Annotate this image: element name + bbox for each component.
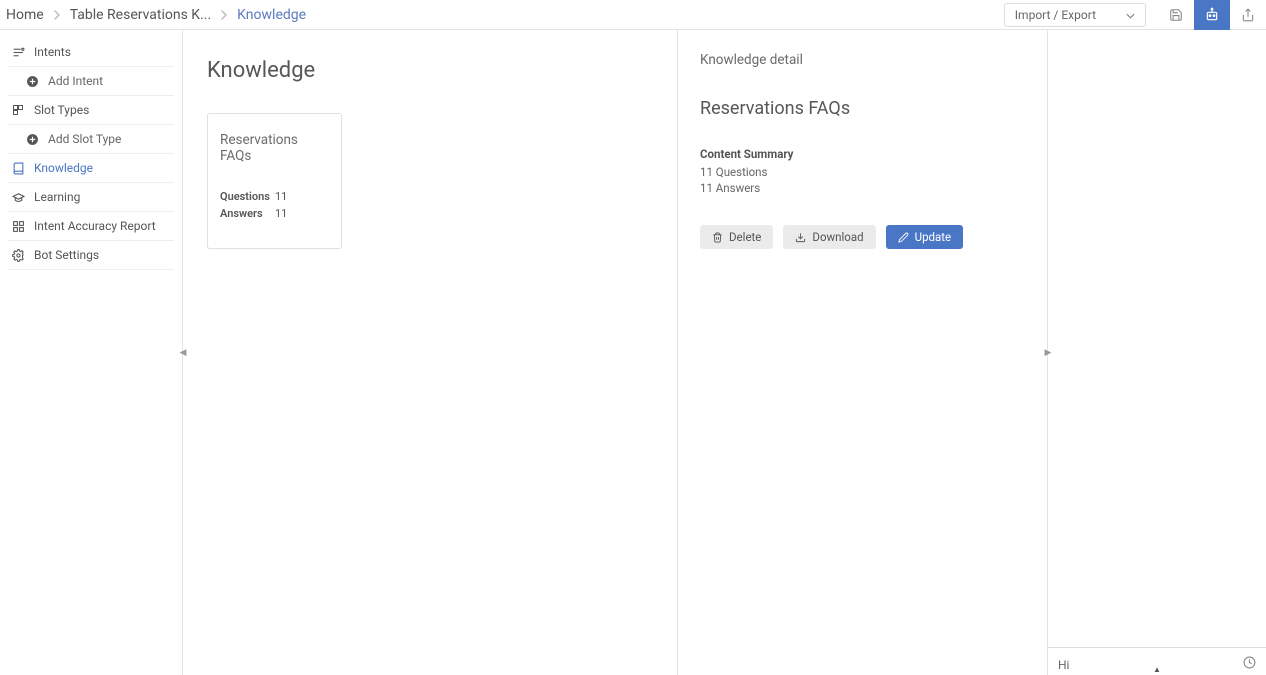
chat-messages-area <box>1048 30 1266 647</box>
detail-title: Reservations FAQs <box>700 98 1025 119</box>
sidebar-item-label: Intents <box>34 45 71 59</box>
sidebar-item-knowledge[interactable]: Knowledge <box>8 154 174 183</box>
report-icon <box>12 220 28 233</box>
pencil-icon <box>898 232 909 243</box>
sidebar-item-label: Intent Accuracy Report <box>34 219 156 233</box>
sidebar-item-bot-settings[interactable]: Bot Settings <box>8 241 174 270</box>
collapse-sidebar-handle[interactable]: ◀ <box>179 344 187 362</box>
sidebar-item-label: Add Intent <box>48 74 103 88</box>
sidebar-item-slot-types[interactable]: Slot Types <box>8 96 174 125</box>
download-icon <box>795 232 806 243</box>
sidebar-item-add-slot-type[interactable]: Add Slot Type <box>8 125 174 154</box>
sidebar-item-intents[interactable]: Intents <box>8 38 174 67</box>
breadcrumb-project[interactable]: Table Reservations K... <box>70 7 211 23</box>
sidebar: Intents Add Intent Slot Types Add Slot T… <box>0 30 183 675</box>
content-summary-heading: Content Summary <box>700 147 1025 161</box>
intents-icon <box>12 46 28 59</box>
download-button[interactable]: Download <box>783 225 875 249</box>
knowledge-card-title: Reservations FAQs <box>220 132 329 164</box>
sidebar-item-intent-accuracy[interactable]: Intent Accuracy Report <box>8 212 174 241</box>
chevron-right-icon <box>53 10 61 20</box>
knowledge-detail-pane: Knowledge detail Reservations FAQs Conte… <box>678 30 1048 675</box>
sidebar-item-label: Slot Types <box>34 103 89 117</box>
delete-button[interactable]: Delete <box>700 225 773 249</box>
detail-subtitle: Knowledge detail <box>700 52 1025 68</box>
test-bot-icon-button[interactable] <box>1194 0 1230 30</box>
update-button-label: Update <box>915 230 952 244</box>
plus-circle-icon <box>26 75 42 88</box>
knowledge-list-pane: Knowledge Reservations FAQs Questions 11… <box>183 30 678 675</box>
robot-icon <box>1204 7 1220 23</box>
trash-icon <box>712 232 723 243</box>
plus-circle-icon <box>26 133 42 146</box>
summary-questions: 11 Questions <box>700 165 1025 179</box>
save-icon-button[interactable] <box>1158 0 1194 30</box>
save-icon <box>1169 8 1183 22</box>
sidebar-item-add-intent[interactable]: Add Intent <box>8 67 174 96</box>
chat-test-pane: ▲ <box>1048 30 1266 675</box>
gear-icon <box>12 249 28 262</box>
book-icon <box>12 162 28 175</box>
summary-answers: 11 Answers <box>700 181 1025 195</box>
breadcrumb-current: Knowledge <box>237 7 306 23</box>
chevron-right-icon <box>220 10 228 20</box>
sidebar-item-learning[interactable]: Learning <box>8 183 174 212</box>
collapse-detail-handle[interactable]: ▶ <box>1044 344 1052 362</box>
download-button-label: Download <box>812 230 863 244</box>
breadcrumb-home[interactable]: Home <box>6 7 44 23</box>
history-icon-button[interactable] <box>1243 656 1256 673</box>
share-icon <box>1241 8 1255 22</box>
chat-input[interactable] <box>1058 658 1243 672</box>
import-export-dropdown[interactable]: Import / Export <box>1004 3 1146 27</box>
chevron-down-icon <box>1126 8 1135 22</box>
page-title: Knowledge <box>207 58 653 83</box>
import-export-label: Import / Export <box>1015 8 1096 22</box>
knowledge-card[interactable]: Reservations FAQs Questions 11 Answers 1… <box>207 113 342 249</box>
share-icon-button[interactable] <box>1230 0 1266 30</box>
breadcrumb: Home Table Reservations K... Knowledge <box>6 7 306 23</box>
graduation-cap-icon <box>12 191 28 204</box>
sidebar-item-label: Learning <box>34 190 80 204</box>
card-questions-label: Questions <box>220 190 275 203</box>
caret-up-icon: ▲ <box>1153 665 1161 674</box>
update-button[interactable]: Update <box>886 225 964 249</box>
delete-button-label: Delete <box>729 230 761 244</box>
sidebar-item-label: Add Slot Type <box>48 132 121 146</box>
card-answers-label: Answers <box>220 207 275 220</box>
card-answers-value: 11 <box>275 207 287 220</box>
slot-types-icon <box>12 104 28 116</box>
sidebar-item-label: Bot Settings <box>34 248 99 262</box>
sidebar-item-label: Knowledge <box>34 161 93 175</box>
clock-icon <box>1243 656 1256 669</box>
card-questions-value: 11 <box>275 190 287 203</box>
